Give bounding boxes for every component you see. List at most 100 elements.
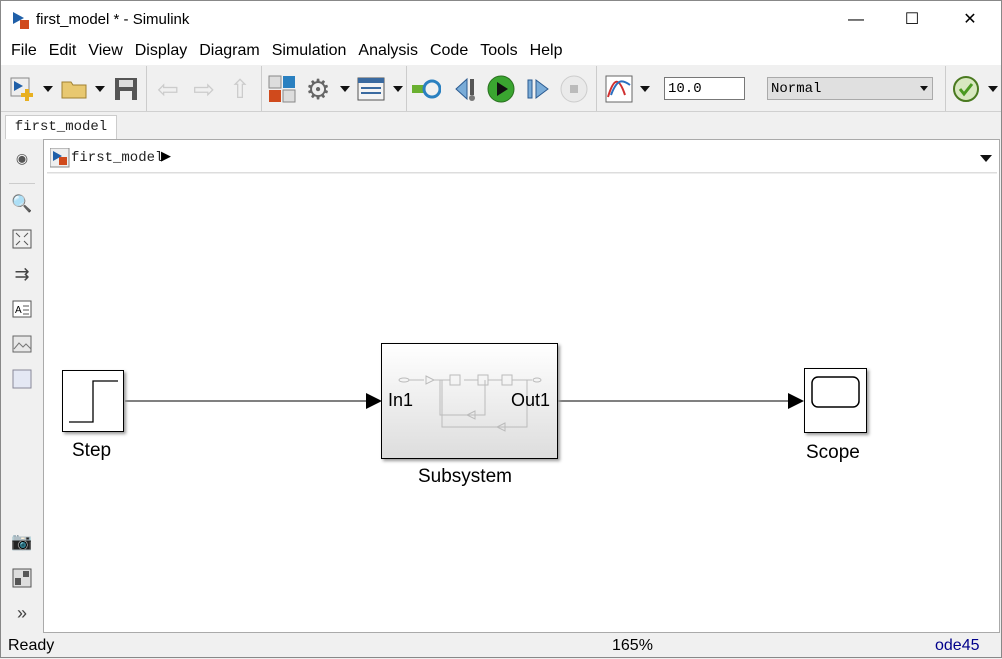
fit-view-icon (12, 229, 32, 249)
tab-first-model[interactable]: first_model (5, 115, 117, 139)
zoom-level: 165% (612, 637, 653, 654)
simulation-mode-select[interactable]: Normal (767, 77, 933, 100)
diagram-canvas[interactable]: first_model ▶ Step In1 Out1 Subsystem Sc… (43, 139, 1000, 633)
annotation-icon: A (12, 300, 32, 318)
model-browser-icon (12, 568, 32, 588)
toolbar: ⇦ ⇨ ⇧ ⚙ Normal (1, 66, 1001, 112)
simulink-logo-icon (13, 12, 29, 29)
status-text: Ready (8, 637, 55, 654)
step-forward-button[interactable] (523, 74, 553, 104)
update-icon (412, 79, 441, 99)
model-advisor-button[interactable] (951, 74, 981, 104)
double-chevron-icon: » (16, 602, 27, 623)
back-button[interactable]: ⇦ (153, 74, 183, 104)
out-port-label: Out1 (511, 390, 551, 410)
signal-plot-icon (605, 75, 633, 103)
new-model-button[interactable] (7, 74, 37, 104)
menu-help[interactable]: Help (524, 39, 569, 65)
fit-to-view-button[interactable] (11, 228, 33, 250)
menu-tools[interactable]: Tools (474, 39, 523, 65)
stop-icon (560, 75, 588, 103)
model-explorer-button[interactable] (356, 74, 386, 104)
scope-label: Scope (806, 442, 860, 463)
step-block[interactable] (62, 370, 124, 432)
simulation-mode-value: Normal (771, 81, 822, 97)
camera-icon: 📷 (11, 532, 33, 551)
image-button[interactable] (11, 333, 33, 355)
library-browser-icon (268, 75, 296, 103)
solver-label[interactable]: ode45 (935, 637, 980, 655)
advisor-dropdown[interactable] (988, 86, 998, 92)
open-dropdown[interactable] (95, 86, 105, 92)
model-explorer-icon (357, 77, 385, 101)
chevron-down-icon (920, 86, 928, 91)
menu-display[interactable]: Display (129, 39, 193, 65)
new-model-icon (10, 77, 33, 101)
update-diagram-button[interactable] (411, 74, 441, 104)
block-palette: ◉ 🔍 ⇉ A 📷 » (1, 139, 43, 633)
close-button[interactable]: ✕ (947, 1, 993, 39)
hide-browser-button[interactable]: ◉ (11, 147, 33, 169)
separator (261, 66, 262, 111)
step-label: Step (72, 440, 112, 461)
menu-diagram[interactable]: Diagram (193, 39, 265, 65)
step-forward-icon (527, 79, 549, 99)
snapshot-button[interactable]: 📷 (11, 531, 33, 553)
play-icon (487, 75, 515, 103)
menu-analysis[interactable]: Analysis (352, 39, 424, 65)
save-button[interactable] (111, 74, 141, 104)
separator (146, 66, 147, 111)
menu-edit[interactable]: Edit (43, 39, 83, 65)
menu-file[interactable]: File (5, 39, 43, 65)
separator (9, 183, 35, 184)
model-browser-button[interactable] (11, 567, 33, 589)
minimize-button[interactable]: — (833, 1, 879, 39)
scope-screen-icon (811, 376, 860, 408)
inspector-dropdown[interactable] (640, 86, 650, 92)
step-back-icon (455, 77, 475, 101)
subsystem-block[interactable]: In1 Out1 (381, 343, 558, 459)
status-bar: Ready 165% ode45 (1, 633, 1001, 659)
menu-simulation[interactable]: Simulation (266, 39, 353, 65)
annotation-button[interactable]: A (11, 298, 33, 320)
area-button[interactable] (11, 368, 33, 390)
in-port-label: In1 (388, 390, 414, 410)
menu-code[interactable]: Code (424, 39, 474, 65)
scope-block[interactable] (804, 368, 867, 433)
step-icon (69, 380, 118, 423)
arrow-head (366, 393, 382, 409)
separator (406, 66, 407, 111)
up-button[interactable]: ⇧ (225, 74, 255, 104)
arrow-head (788, 393, 804, 409)
arrow-up-icon: ⇧ (229, 73, 251, 104)
stop-time-input[interactable] (664, 77, 745, 100)
arrow-right-icon: ⇨ (193, 73, 215, 104)
data-inspector-button[interactable] (604, 74, 634, 104)
menu-bar: File Edit View Display Diagram Simulatio… (1, 39, 1001, 65)
folder-icon (61, 81, 87, 99)
forward-button[interactable]: ⇨ (189, 74, 219, 104)
model-config-button[interactable]: ⚙ (303, 73, 333, 105)
library-browser-button[interactable] (267, 74, 297, 104)
save-icon (115, 78, 137, 100)
maximize-button[interactable]: ☐ (889, 1, 935, 39)
config-dropdown[interactable] (340, 86, 350, 92)
back-circle-icon: ◉ (15, 149, 29, 166)
gear-icon: ⚙ (305, 73, 331, 105)
area-icon (12, 369, 32, 389)
open-button[interactable] (59, 74, 89, 104)
menu-view[interactable]: View (82, 39, 128, 65)
new-dropdown[interactable] (43, 86, 53, 92)
svg-text:A: A (15, 305, 22, 316)
expand-palette-button[interactable]: » (11, 602, 33, 624)
zoom-button[interactable]: 🔍 (11, 193, 33, 215)
step-back-button[interactable] (451, 74, 481, 104)
stop-button[interactable] (559, 74, 589, 104)
arrows-icon: ⇉ (14, 263, 30, 284)
explorer-dropdown[interactable] (393, 86, 403, 92)
hide-arrows-button[interactable]: ⇉ (11, 263, 33, 285)
run-button[interactable] (486, 74, 516, 104)
check-icon (953, 76, 979, 102)
zoom-in-icon: 🔍 (11, 194, 33, 213)
separator (596, 66, 597, 111)
